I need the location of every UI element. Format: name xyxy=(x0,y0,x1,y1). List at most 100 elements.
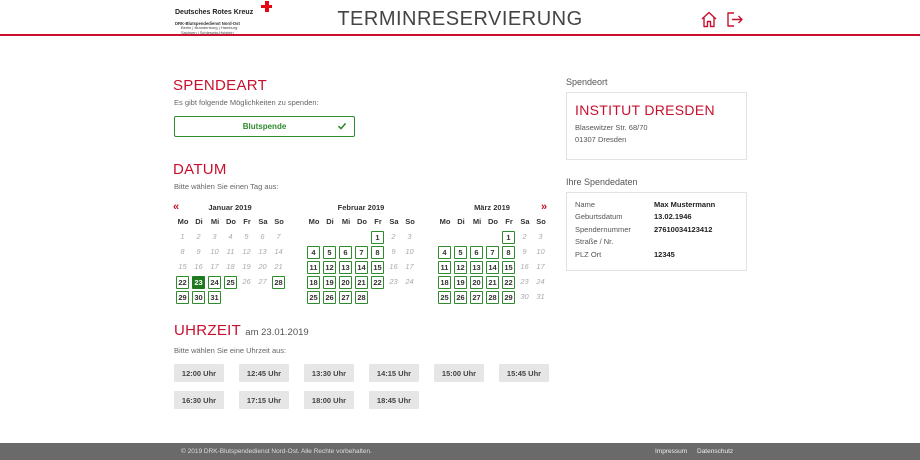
calendar-day-available[interactable]: 28 xyxy=(486,291,499,304)
calendar-day-available[interactable]: 14 xyxy=(355,261,368,274)
time-slot-button[interactable]: 13:30 Uhr xyxy=(304,364,354,382)
institute-name: INSTITUT DRESDEN xyxy=(575,102,715,118)
calendar-day-available[interactable]: 13 xyxy=(470,261,483,274)
weekday-header: Di xyxy=(195,217,203,226)
weekday-header: Sa xyxy=(389,217,399,226)
calendar-day-available[interactable]: 21 xyxy=(355,276,368,289)
calendar-day-available[interactable]: 24 xyxy=(208,276,221,289)
calendar-day-unavailable: 15 xyxy=(178,262,187,271)
calendar-day-selected[interactable]: 23 xyxy=(192,276,205,289)
calendar-empty-cell xyxy=(469,230,485,245)
calendar-day-available[interactable]: 6 xyxy=(470,246,483,259)
calendar-day-available[interactable]: 7 xyxy=(355,246,368,259)
time-slot-button[interactable]: 14:15 Uhr xyxy=(369,364,419,382)
calendar-day-available[interactable]: 5 xyxy=(454,246,467,259)
weekday-header: Fr xyxy=(505,217,513,226)
calendar-day-available[interactable]: 27 xyxy=(470,291,483,304)
calendar-day-unavailable: 2 xyxy=(522,232,527,241)
calendar-day-available[interactable]: 19 xyxy=(454,276,467,289)
institute-street: Blasewitzer Str. 68/70 xyxy=(575,123,648,132)
calendar-day-available[interactable]: 26 xyxy=(323,291,336,304)
calendar-day-available[interactable]: 1 xyxy=(502,231,515,244)
calendar-day-available[interactable]: 20 xyxy=(470,276,483,289)
calendar-day-unavailable: 18 xyxy=(226,262,235,271)
donor-data-value: 12345 xyxy=(654,249,675,259)
calendar-day-available[interactable]: 22 xyxy=(371,276,384,289)
calendar-day-available[interactable]: 19 xyxy=(323,276,336,289)
calendar-day-unavailable: 17 xyxy=(536,262,545,271)
calendar-day-available[interactable]: 22 xyxy=(176,276,189,289)
calendar-day-available[interactable]: 12 xyxy=(323,261,336,274)
time-slot-button[interactable]: 18:00 Uhr xyxy=(304,391,354,409)
blutspende-option-button[interactable]: Blutspende xyxy=(174,116,355,137)
calendar-day-available[interactable]: 28 xyxy=(355,291,368,304)
calendar-day-available[interactable]: 11 xyxy=(307,261,320,274)
uhrzeit-label: UHRZEIT xyxy=(174,322,241,339)
calendar-day-unavailable: 10 xyxy=(405,247,414,256)
calendar-february: Februar 2019 Mo Di Mi Do Fr Sa So 1 2 3 4 5 6 7 8 9 10 11 1… xyxy=(305,203,417,305)
calendar-day-available[interactable]: 27 xyxy=(339,291,352,304)
calendar-day-available[interactable]: 26 xyxy=(454,291,467,304)
logout-icon[interactable] xyxy=(726,11,744,28)
calendar-day-available[interactable]: 8 xyxy=(502,246,515,259)
calendar-day-available[interactable]: 25 xyxy=(307,291,320,304)
donor-data-key: PLZ Ort xyxy=(575,249,602,259)
calendar-day-unavailable: 3 xyxy=(407,232,412,241)
donor-data-key: Name xyxy=(575,200,596,209)
calendar-day-unavailable: 17 xyxy=(210,262,219,271)
time-slot-button[interactable]: 16:30 Uhr xyxy=(174,391,224,409)
calendar-day-unavailable: 30 xyxy=(520,292,529,301)
weekday-header: Mo xyxy=(439,217,451,226)
donor-data-row: Straße / Nr. xyxy=(575,237,745,249)
datenschutz-link[interactable]: Datenschutz xyxy=(697,448,733,455)
calendar-day-available[interactable]: 28 xyxy=(272,276,285,289)
calendar-day-available[interactable]: 18 xyxy=(307,276,320,289)
time-slot-button[interactable]: 17:15 Uhr xyxy=(239,391,289,409)
calendar-day-available[interactable]: 7 xyxy=(486,246,499,259)
calendar-day-unavailable: 13 xyxy=(258,247,267,256)
weekday-header: Mi xyxy=(210,217,220,226)
spendedaten-label: Ihre Spendedaten xyxy=(566,177,638,187)
calendar-day-available[interactable]: 15 xyxy=(371,261,384,274)
donor-data-row: PLZ Ort 12345 xyxy=(575,250,745,262)
calendar-day-available[interactable]: 18 xyxy=(438,276,451,289)
time-slot-button[interactable]: 18:45 Uhr xyxy=(369,391,419,409)
time-slot-button[interactable]: 15:45 Uhr xyxy=(499,364,549,382)
calendar-day-available[interactable]: 6 xyxy=(339,246,352,259)
logo-regions-line-2: Sachsen | Schleswig-Holstein xyxy=(181,29,234,35)
calendar-empty-cell xyxy=(453,230,469,245)
calendar-day-unavailable: 5 xyxy=(244,232,249,241)
calendar-empty-cell xyxy=(485,230,501,245)
donor-data-row: Name Max Mustermann xyxy=(575,200,745,212)
time-slot-button[interactable]: 12:00 Uhr xyxy=(174,364,224,382)
time-slot-button[interactable]: 12:45 Uhr xyxy=(239,364,289,382)
calendar-day-available[interactable]: 31 xyxy=(208,291,221,304)
calendar-day-available[interactable]: 4 xyxy=(307,246,320,259)
calendar-day-available[interactable]: 13 xyxy=(339,261,352,274)
calendar-day-unavailable: 11 xyxy=(226,247,235,256)
footer-copyright: © 2019 DRK-Blutspendedienst Nord-Ost. Al… xyxy=(181,448,372,455)
calendar-day-unavailable: 3 xyxy=(212,232,217,241)
calendar-day-available[interactable]: 22 xyxy=(502,276,515,289)
calendar-day-available[interactable]: 14 xyxy=(486,261,499,274)
calendar-day-available[interactable]: 4 xyxy=(438,246,451,259)
time-slot-button[interactable]: 15:00 Uhr xyxy=(434,364,484,382)
calendar-empty-cell xyxy=(354,230,370,245)
calendar-day-available[interactable]: 21 xyxy=(486,276,499,289)
calendar-day-available[interactable]: 29 xyxy=(502,291,515,304)
calendar-day-available[interactable]: 25 xyxy=(438,291,451,304)
impressum-link[interactable]: Impressum xyxy=(655,448,687,455)
weekday-header: Mi xyxy=(341,217,351,226)
calendar-day-available[interactable]: 5 xyxy=(323,246,336,259)
calendar-day-available[interactable]: 11 xyxy=(438,261,451,274)
calendar-day-available[interactable]: 8 xyxy=(371,246,384,259)
calendar-month-title: März 2019 xyxy=(474,203,510,212)
home-icon[interactable] xyxy=(700,11,718,28)
calendar-day-available[interactable]: 30 xyxy=(192,291,205,304)
calendar-day-available[interactable]: 15 xyxy=(502,261,515,274)
calendar-day-available[interactable]: 25 xyxy=(224,276,237,289)
calendar-day-available[interactable]: 1 xyxy=(371,231,384,244)
calendar-day-available[interactable]: 12 xyxy=(454,261,467,274)
calendar-day-available[interactable]: 20 xyxy=(339,276,352,289)
calendar-day-available[interactable]: 29 xyxy=(176,291,189,304)
